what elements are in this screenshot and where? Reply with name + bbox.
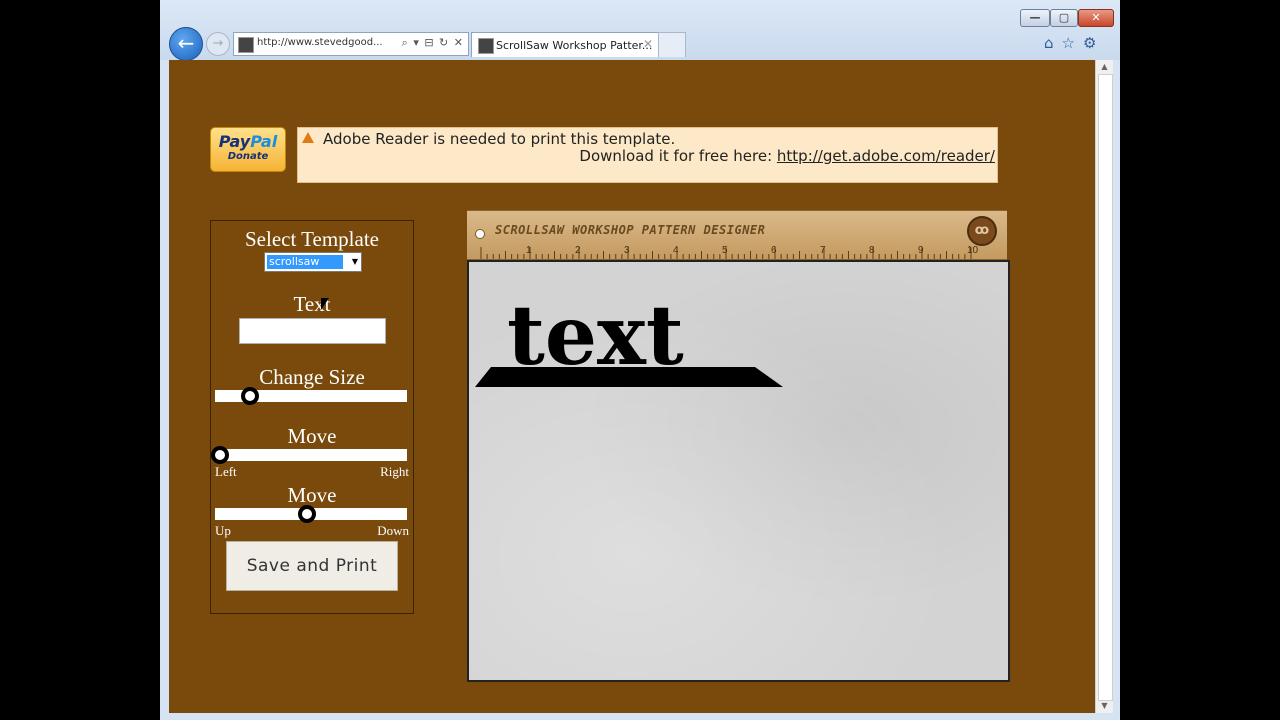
- tab-scrollsaw-workshop[interactable]: ScrollSaw Workshop Patter... ✕: [471, 32, 659, 57]
- scrollbar-thumb[interactable]: [1098, 74, 1113, 701]
- close-window-button[interactable]: ✕: [1078, 9, 1114, 27]
- back-arrow-icon: ←: [177, 31, 195, 55]
- text-input[interactable]: [239, 318, 386, 344]
- save-and-print-button[interactable]: Save and Print: [226, 541, 398, 591]
- ruler-number: 2: [575, 245, 581, 256]
- change-size-label: Change Size: [259, 365, 365, 389]
- template-select-value: scrollsaw: [267, 255, 343, 269]
- browser-window: — ▢ ✕ ← → http://www.stevedgood... ⌕ ▾ ⊟…: [160, 0, 1120, 720]
- scroll-up-icon[interactable]: ▲: [1096, 60, 1113, 74]
- maximize-button[interactable]: ▢: [1050, 9, 1078, 27]
- new-tab-button[interactable]: [658, 32, 686, 57]
- select-template-label: Select Template: [244, 227, 379, 251]
- address-url[interactable]: http://www.stevedgood...: [257, 37, 383, 48]
- ruler-number: 4: [673, 245, 679, 256]
- pattern-text: text: [507, 288, 684, 384]
- adobe-reader-notice: Adobe Reader is needed to print this tem…: [297, 127, 998, 183]
- up-label: Up: [215, 523, 231, 538]
- ruler-ticks: 1 2 3 4 5 6 7 8 9 10: [480, 245, 979, 259]
- ruler-number: 10: [967, 245, 979, 256]
- move-vertical-label: Move: [287, 483, 337, 507]
- vertical-move-slider[interactable]: [215, 505, 407, 523]
- paypal-donate-button[interactable]: PayPal Donate: [210, 127, 286, 172]
- vertical-slider-handle[interactable]: [298, 505, 316, 523]
- tab-close-icon[interactable]: ✕: [643, 37, 653, 51]
- minimize-button[interactable]: —: [1020, 9, 1050, 27]
- forward-button[interactable]: →: [206, 32, 230, 56]
- controls-panel: Select Template scrollsaw ▼ Text Change …: [210, 220, 414, 614]
- move-horizontal-label: Move: [287, 424, 337, 448]
- maximize-icon: ▢: [1058, 11, 1070, 24]
- size-slider-handle[interactable]: [240, 387, 259, 405]
- adobe-reader-link[interactable]: http://get.adobe.com/reader/: [777, 147, 995, 165]
- down-label: Down: [377, 523, 409, 538]
- pattern-canvas[interactable]: text: [467, 260, 1010, 682]
- ruler-number: 1: [526, 245, 532, 256]
- site-favicon-icon: [238, 37, 254, 53]
- back-button[interactable]: ←: [169, 27, 203, 61]
- right-label: Right: [380, 464, 409, 479]
- designer-ruler-header: SCROLLSAW WORKSHOP PATTERN DESIGNER 1234…: [467, 210, 1007, 260]
- ruler-number: 6: [771, 245, 777, 256]
- pattern-drawing: text: [475, 288, 783, 387]
- page-content: PayPal Donate Adobe Reader is needed to …: [169, 60, 1095, 713]
- paypal-logo: PayPal: [218, 132, 278, 151]
- minimize-icon: —: [1029, 11, 1041, 24]
- chevron-down-icon: ▼: [351, 257, 358, 266]
- horizontal-slider-handle[interactable]: [211, 446, 229, 464]
- tab-favicon-icon: [478, 38, 494, 54]
- vertical-scrollbar[interactable]: ▲ ▼: [1095, 60, 1113, 713]
- horizontal-move-slider[interactable]: [211, 446, 407, 464]
- notice-line-2: Download it for free here: http://get.ad…: [579, 147, 995, 165]
- ruler-number: 7: [820, 245, 826, 256]
- address-tools-icons[interactable]: ⌕ ▾ ⊟ ↻ ✕: [402, 36, 464, 50]
- close-icon: ✕: [1091, 11, 1101, 24]
- size-slider[interactable]: [215, 387, 407, 405]
- mouse-cursor-icon: [321, 298, 329, 310]
- workshop-logo-icon: ꝏ: [967, 216, 997, 246]
- forward-arrow-icon: →: [212, 36, 224, 51]
- notice-line-1: Adobe Reader is needed to print this tem…: [323, 130, 676, 148]
- scroll-down-icon[interactable]: ▼: [1096, 699, 1113, 713]
- tab-title: ScrollSaw Workshop Patter...: [496, 39, 653, 52]
- ruler-number: 9: [918, 245, 924, 256]
- ruler-number: 8: [869, 245, 875, 256]
- donate-label: Donate: [227, 151, 269, 162]
- toolbar-home-favorites-settings-icons[interactable]: ⌂☆⚙: [1044, 34, 1104, 52]
- warning-icon: [302, 132, 314, 143]
- template-select[interactable]: scrollsaw ▼: [264, 252, 362, 272]
- address-bar[interactable]: http://www.stevedgood... ⌕ ▾ ⊟ ↻ ✕: [233, 32, 469, 56]
- title-bar: — ▢ ✕ ← → http://www.stevedgood... ⌕ ▾ ⊟…: [160, 0, 1120, 61]
- text-label: Text: [293, 292, 331, 316]
- ruler-number: 5: [722, 245, 728, 256]
- ruler-number: 3: [624, 245, 630, 256]
- left-label: Left: [215, 464, 237, 479]
